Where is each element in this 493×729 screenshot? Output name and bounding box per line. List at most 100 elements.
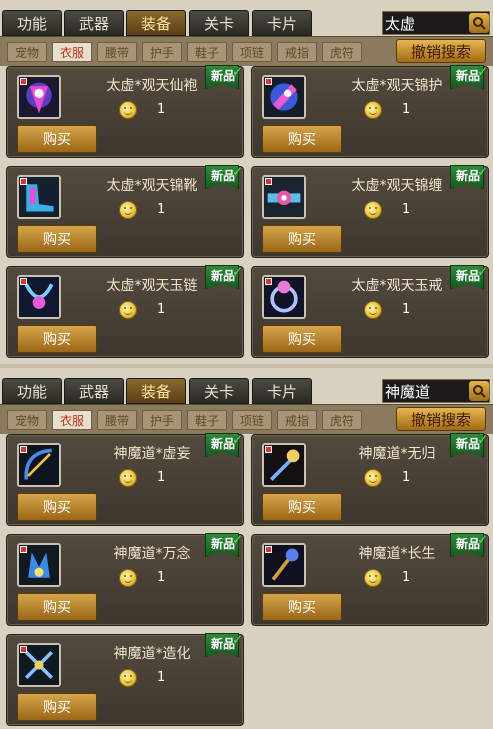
- coin-icon: [119, 201, 137, 219]
- checkmark-icon: ✓: [477, 165, 488, 180]
- coin-icon: [364, 201, 382, 219]
- lock-icon: [265, 446, 272, 453]
- item-staff-icon[interactable]: [262, 443, 306, 487]
- subtab-7[interactable]: 虎符: [322, 42, 362, 62]
- tab-2[interactable]: 装备: [126, 10, 186, 36]
- checkmark-icon: ✓: [232, 533, 243, 548]
- lock-icon: [20, 278, 27, 285]
- coin-icon: [364, 101, 382, 119]
- item-crossed-blades-icon[interactable]: [17, 643, 61, 687]
- coin-icon: [364, 569, 382, 587]
- cancel-search-button[interactable]: 撤销搜索: [396, 407, 486, 431]
- item-card: 太虚*观天玉戒 1 购买 新品 ✓: [251, 265, 489, 358]
- subtab-6[interactable]: 戒指: [277, 410, 317, 430]
- search-button[interactable]: [469, 13, 489, 33]
- subtab-3[interactable]: 护手: [142, 42, 182, 62]
- new-badge: 新品 ✓: [450, 165, 488, 193]
- search-button[interactable]: [469, 381, 489, 401]
- item-price: 1: [402, 470, 411, 485]
- subtab-5[interactable]: 项链: [232, 410, 272, 430]
- item-boots-icon[interactable]: [17, 175, 61, 219]
- subtab-3[interactable]: 护手: [142, 410, 182, 430]
- search-icon: [473, 17, 486, 30]
- new-badge: 新品 ✓: [450, 265, 488, 293]
- new-badge: 新品 ✓: [205, 633, 243, 661]
- lock-icon: [265, 546, 272, 553]
- subtab-2[interactable]: 腰带: [97, 42, 137, 62]
- tab-3[interactable]: 关卡: [189, 378, 249, 404]
- tab-2[interactable]: 装备: [126, 378, 186, 404]
- subtab-6[interactable]: 戒指: [277, 42, 317, 62]
- item-claw-icon[interactable]: [17, 543, 61, 587]
- lock-icon: [265, 178, 272, 185]
- buy-button[interactable]: 购买: [17, 325, 97, 353]
- cancel-search-button[interactable]: 撤销搜索: [396, 39, 486, 63]
- tab-3[interactable]: 关卡: [189, 10, 249, 36]
- item-card: 太虚*观天仙袍 1 购买 新品 ✓: [6, 65, 244, 158]
- buy-button[interactable]: 购买: [17, 593, 97, 621]
- buy-button[interactable]: 购买: [17, 693, 97, 721]
- buy-button[interactable]: 购买: [262, 325, 342, 353]
- subtab-7[interactable]: 虎符: [322, 410, 362, 430]
- new-badge: 新品 ✓: [205, 65, 243, 93]
- buy-button[interactable]: 购买: [262, 225, 342, 253]
- subtab-0[interactable]: 宠物: [7, 410, 47, 430]
- buy-button[interactable]: 购买: [262, 593, 342, 621]
- search-input[interactable]: [383, 380, 467, 402]
- coin-icon: [119, 301, 137, 319]
- subtab-1[interactable]: 衣服: [52, 410, 92, 430]
- tab-0[interactable]: 功能: [2, 378, 62, 404]
- coin-icon: [119, 569, 137, 587]
- checkmark-icon: ✓: [477, 533, 488, 548]
- checkmark-icon: ✓: [232, 633, 243, 648]
- item-card: 神魔道*虚妄 1 购买 新品 ✓: [6, 433, 244, 526]
- coin-icon: [119, 469, 137, 487]
- item-card: 太虚*观天锦护 1 购买 新品 ✓: [251, 65, 489, 158]
- checkmark-icon: ✓: [232, 65, 243, 80]
- category-bar: 宠物 衣服 腰带 护手 鞋子 项链 戒指 虎符 撤销搜索: [0, 404, 493, 434]
- item-price: 1: [402, 102, 411, 117]
- search-input[interactable]: [383, 12, 467, 34]
- item-price: 1: [157, 670, 166, 685]
- subtab-2[interactable]: 腰带: [97, 410, 137, 430]
- buy-button[interactable]: 购买: [262, 125, 342, 153]
- item-price: 1: [402, 570, 411, 585]
- item-gauntlet-icon[interactable]: [262, 75, 306, 119]
- shop-panel-2: 功能武器装备关卡卡片宠物衣服腰带护手鞋子项链戒指虎符 撤销搜索神魔道*虚妄1购买新…: [0, 364, 493, 729]
- coin-icon: [364, 301, 382, 319]
- item-necklace-icon[interactable]: [17, 275, 61, 319]
- item-card: 太虚*观天玉链 1 购买 新品 ✓: [6, 265, 244, 358]
- buy-button[interactable]: 购买: [262, 493, 342, 521]
- new-badge: 新品 ✓: [205, 265, 243, 293]
- new-badge: 新品 ✓: [205, 165, 243, 193]
- new-badge: 新品 ✓: [205, 533, 243, 561]
- tab-4[interactable]: 卡片: [252, 378, 312, 404]
- search-box: [382, 11, 490, 35]
- item-price: 1: [157, 102, 166, 117]
- buy-button[interactable]: 购买: [17, 125, 97, 153]
- item-bow-icon[interactable]: [17, 443, 61, 487]
- buy-button[interactable]: 购买: [17, 493, 97, 521]
- checkmark-icon: ✓: [232, 165, 243, 180]
- item-robe-icon[interactable]: [17, 75, 61, 119]
- subtab-4[interactable]: 鞋子: [187, 410, 227, 430]
- lock-icon: [20, 446, 27, 453]
- item-belt-icon[interactable]: [262, 175, 306, 219]
- tab-1[interactable]: 武器: [64, 10, 124, 36]
- search-icon: [473, 385, 486, 398]
- checkmark-icon: ✓: [477, 433, 488, 448]
- lock-icon: [20, 646, 27, 653]
- tab-1[interactable]: 武器: [64, 378, 124, 404]
- item-scepter-icon[interactable]: [262, 543, 306, 587]
- subtab-1[interactable]: 衣服: [52, 42, 92, 62]
- subtab-5[interactable]: 项链: [232, 42, 272, 62]
- item-ring-icon[interactable]: [262, 275, 306, 319]
- new-badge: 新品 ✓: [450, 433, 488, 461]
- item-card: 太虚*观天锦靴 1 购买 新品 ✓: [6, 165, 244, 258]
- subtab-0[interactable]: 宠物: [7, 42, 47, 62]
- tab-0[interactable]: 功能: [2, 10, 62, 36]
- tab-4[interactable]: 卡片: [252, 10, 312, 36]
- buy-button[interactable]: 购买: [17, 225, 97, 253]
- subtab-4[interactable]: 鞋子: [187, 42, 227, 62]
- lock-icon: [20, 78, 27, 85]
